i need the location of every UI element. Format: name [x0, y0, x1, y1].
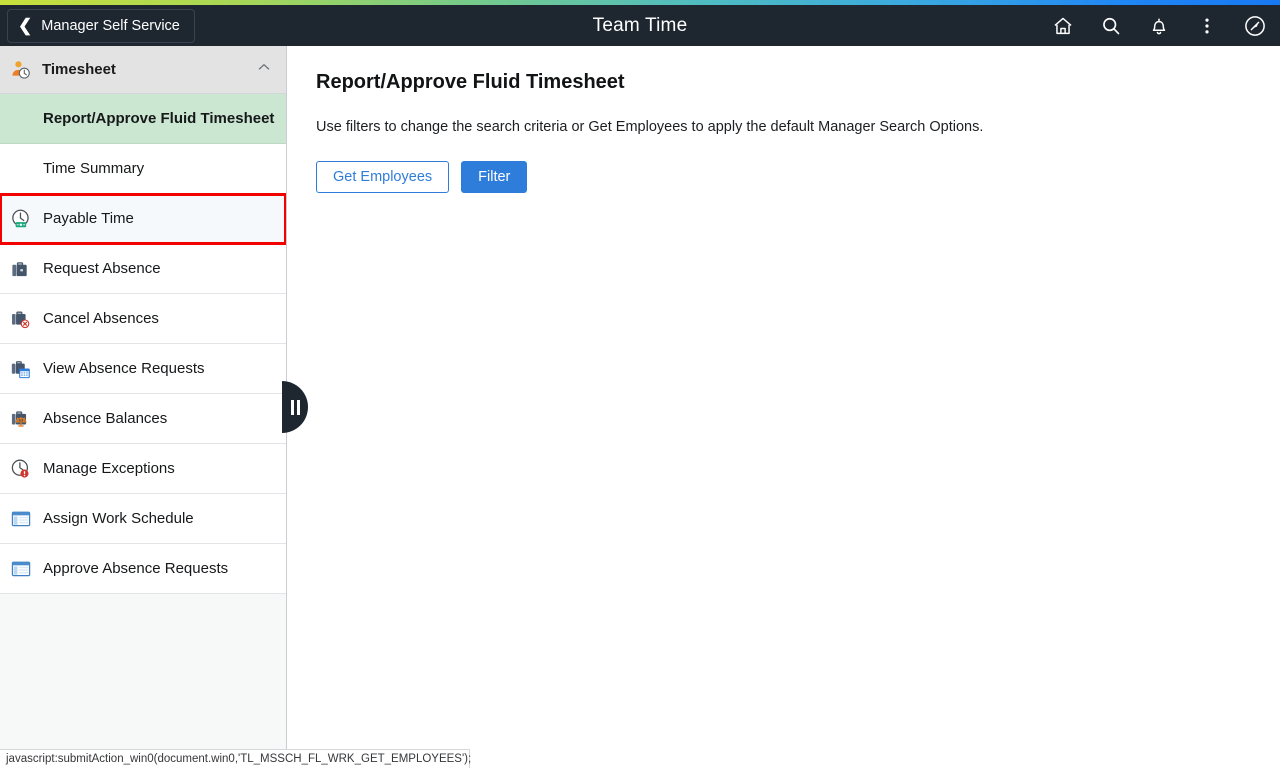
page-instruction-text: Use filters to change the search criteri… [316, 119, 984, 135]
chevron-up-icon[interactable] [256, 59, 272, 80]
sidebar-item-assign-work-schedule[interactable]: Assign Work Schedule [0, 494, 286, 544]
sidebar-item-absence-balances[interactable]: Absence Balances [0, 394, 286, 444]
pause-bars-icon [290, 399, 294, 415]
sidebar-item-label: Time Summary [43, 160, 145, 177]
sidebar-item-label: Assign Work Schedule [43, 510, 194, 527]
navbar-compass-icon[interactable] [1242, 13, 1268, 39]
chevron-left-icon: ❮ [18, 16, 33, 35]
sidebar-item-payable-time[interactable]: Payable Time [0, 193, 286, 245]
clock-alert-icon [10, 458, 32, 480]
sidebar-item-label: Absence Balances [43, 410, 168, 427]
sidebar-item-view-absence-requests[interactable]: View Absence Requests [0, 344, 286, 394]
pause-bars-icon [296, 399, 300, 415]
clock-payable-icon [10, 208, 32, 230]
navigation-sidebar: Timesheet Report/Approve Fluid Timesheet… [0, 46, 287, 749]
sidebar-item-request-absence[interactable]: Request Absence [0, 244, 286, 294]
browser-status-bar: javascript:submitAction_win0(document.wi… [0, 749, 471, 768]
sidebar-item-time-summary[interactable]: Time Summary [0, 144, 286, 194]
search-icon[interactable] [1098, 13, 1124, 39]
main-content-panel: Report/Approve Fluid Timesheet Use filte… [288, 46, 1280, 749]
briefcase-balance-icon [10, 408, 32, 430]
briefcase-cancel-icon [10, 308, 32, 330]
briefcase-calendar-icon [10, 358, 32, 380]
get-employees-button[interactable]: Get Employees [316, 161, 450, 193]
sidebar-item-label: Cancel Absences [43, 310, 159, 327]
app-header: ❮ Manager Self Service Team Time [0, 5, 1280, 46]
sidebar-group-timesheet[interactable]: Timesheet [0, 46, 286, 94]
action-button-row: Get Employees Filter [316, 161, 1260, 193]
briefcase-icon [10, 258, 32, 280]
sidebar-item-manage-exceptions[interactable]: Manage Exceptions [0, 444, 286, 494]
sidebar-group-label: Timesheet [42, 61, 116, 78]
sidebar-item-label: View Absence Requests [43, 360, 205, 377]
actions-kebab-icon[interactable] [1194, 13, 1220, 39]
sidebar-item-label: Approve Absence Requests [43, 560, 229, 577]
window-form-icon [10, 558, 32, 580]
person-clock-icon [10, 59, 32, 81]
sidebar-item-label: Request Absence [43, 260, 161, 277]
sidebar-item-label: Payable Time [43, 210, 134, 227]
filter-button[interactable]: Filter [461, 161, 528, 193]
sidebar-item-approve-absence-requests[interactable]: Approve Absence Requests [0, 544, 286, 594]
back-to-manager-self-service-button[interactable]: ❮ Manager Self Service [7, 8, 195, 43]
sidebar-item-label: Report/Approve Fluid Timesheet [43, 110, 275, 127]
sidebar-item-report-approve-fluid-timesheet[interactable]: Report/Approve Fluid Timesheet [0, 94, 286, 144]
page-title: Report/Approve Fluid Timesheet [316, 71, 625, 93]
sidebar-item-cancel-absences[interactable]: Cancel Absences [0, 294, 286, 344]
sidebar-item-label: Manage Exceptions [43, 460, 175, 477]
notifications-bell-icon[interactable] [1146, 13, 1172, 39]
window-form-icon [10, 508, 32, 530]
back-button-label: Manager Self Service [41, 17, 180, 34]
header-icon-group [1050, 13, 1268, 39]
home-icon[interactable] [1050, 13, 1076, 39]
